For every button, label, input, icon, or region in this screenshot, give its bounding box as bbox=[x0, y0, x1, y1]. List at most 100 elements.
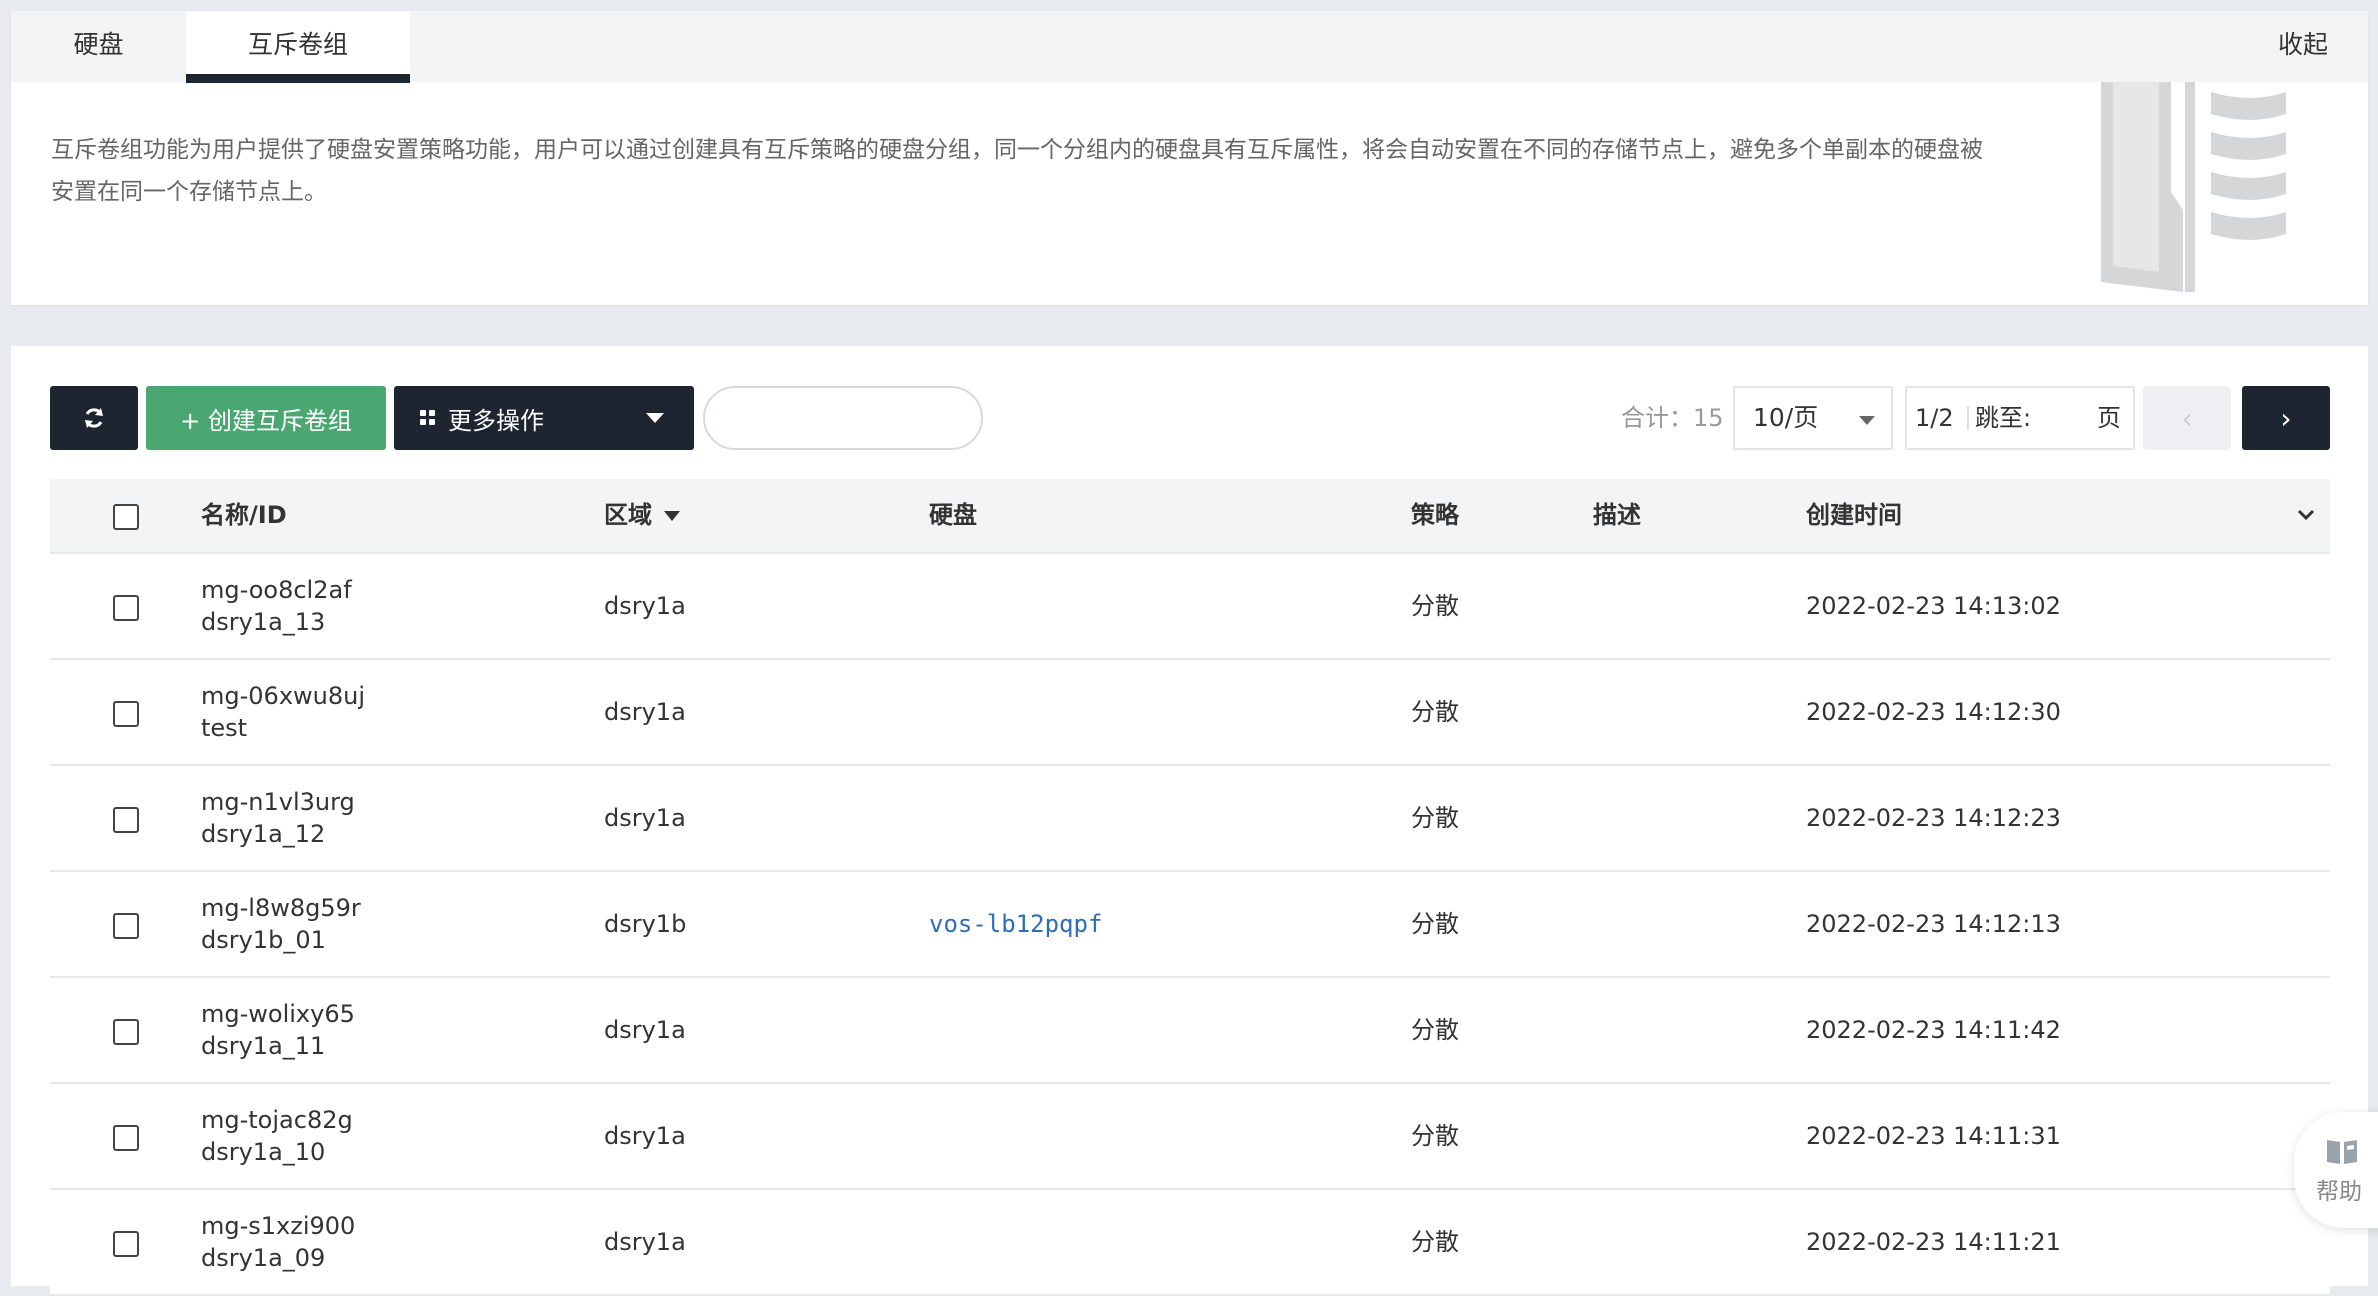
row-checkbox[interactable] bbox=[113, 1231, 139, 1257]
group-name: dsry1a_09 bbox=[201, 1244, 326, 1272]
table-header: 名称/ID 区域 硬盘 策略 描述 创建时间 bbox=[50, 479, 2330, 554]
table-row[interactable]: mg-s1xzi900 dsry1a_09 dsry1a 分散 2022-02-23 1… bbox=[50, 1190, 2330, 1296]
region-cell: dsry1a bbox=[604, 1228, 686, 1256]
tab-disk[interactable]: 硬盘 bbox=[11, 11, 186, 82]
filter-caret-icon bbox=[664, 511, 680, 521]
more-actions-dropdown[interactable]: 更多操作 bbox=[394, 386, 694, 450]
help-label: 帮助 bbox=[2316, 1179, 2362, 1205]
page-size-select[interactable]: 10/页 bbox=[1733, 386, 1893, 450]
prev-page-button[interactable]: ‹ bbox=[2143, 386, 2231, 450]
page-jump: 1/2 跳至: 页 bbox=[1905, 386, 2135, 450]
column-header-region[interactable]: 区域 bbox=[604, 479, 680, 552]
next-page-button[interactable]: › bbox=[2242, 386, 2330, 450]
name-id-cell: mg-s1xzi900 dsry1a_09 bbox=[201, 1210, 355, 1274]
group-id[interactable]: mg-n1vl3urg bbox=[201, 786, 355, 818]
table-row[interactable]: mg-tojac82g dsry1a_10 dsry1a 分散 2022-02-23 1… bbox=[50, 1084, 2330, 1190]
group-id[interactable]: mg-tojac82g bbox=[201, 1104, 353, 1136]
created-time-cell: 2022-02-23 14:13:02 bbox=[1806, 592, 2061, 620]
disk-link[interactable]: vos-lb12pqpf bbox=[929, 872, 1102, 976]
row-checkbox[interactable] bbox=[113, 701, 139, 727]
created-time-cell: 2022-02-23 14:12:30 bbox=[1806, 698, 2061, 726]
group-id[interactable]: mg-06xwu8uj bbox=[201, 680, 365, 712]
book-icon bbox=[2327, 1140, 2357, 1164]
region-cell: dsry1a bbox=[604, 698, 686, 726]
region-cell: dsry1a bbox=[604, 1122, 686, 1150]
group-name: dsry1a_10 bbox=[201, 1138, 326, 1166]
select-all-checkbox[interactable] bbox=[113, 504, 139, 530]
mutex-group-table: 名称/ID 区域 硬盘 策略 描述 创建时间 mg-oo8cl2af dsry1a… bbox=[50, 479, 2330, 1296]
column-header-policy: 策略 bbox=[1411, 501, 1459, 529]
table-row[interactable]: mg-oo8cl2af dsry1a_13 dsry1a 分散 2022-02-23 1… bbox=[50, 554, 2330, 660]
group-name: dsry1a_12 bbox=[201, 820, 326, 848]
policy-cell: 分散 bbox=[1411, 1122, 1459, 1150]
row-checkbox[interactable] bbox=[113, 1019, 139, 1045]
name-id-cell: mg-oo8cl2af dsry1a_13 bbox=[201, 574, 352, 638]
chevron-right-icon: › bbox=[2280, 401, 2292, 435]
group-name: dsry1a_11 bbox=[201, 1032, 326, 1060]
create-button-label: + 创建互斥卷组 bbox=[180, 406, 352, 435]
page-size-value: 10/页 bbox=[1753, 403, 1819, 432]
policy-cell: 分散 bbox=[1411, 1228, 1459, 1256]
region-cell: dsry1a bbox=[604, 592, 686, 620]
tab-bar: 硬盘 互斥卷组 收起 bbox=[11, 11, 2368, 83]
create-mutex-group-button[interactable]: + 创建互斥卷组 bbox=[146, 386, 386, 450]
region-cell: dsry1a bbox=[604, 1016, 686, 1044]
group-id[interactable]: mg-oo8cl2af bbox=[201, 574, 352, 606]
column-header-region-label: 区域 bbox=[604, 501, 652, 529]
table-row[interactable]: mg-06xwu8uj test dsry1a 分散 2022-02-23 14:12:… bbox=[50, 660, 2330, 766]
group-id[interactable]: mg-wolixy65 bbox=[201, 998, 355, 1030]
created-time-cell: 2022-02-23 14:12:13 bbox=[1806, 910, 2061, 938]
row-checkbox[interactable] bbox=[113, 1125, 139, 1151]
divider bbox=[1967, 406, 1969, 430]
table-row[interactable]: mg-wolixy65 dsry1a_11 dsry1a 分散 2022-02-23 1… bbox=[50, 978, 2330, 1084]
active-tab-indicator bbox=[186, 74, 410, 83]
policy-cell: 分散 bbox=[1411, 910, 1459, 938]
region-cell: dsry1b bbox=[604, 910, 687, 938]
search-input[interactable] bbox=[703, 386, 983, 450]
row-checkbox[interactable] bbox=[113, 807, 139, 833]
name-id-cell: mg-06xwu8uj test bbox=[201, 680, 365, 744]
column-header-description: 描述 bbox=[1593, 501, 1641, 529]
column-header-name: 名称/ID bbox=[201, 501, 287, 529]
group-id[interactable]: mg-s1xzi900 bbox=[201, 1210, 355, 1242]
refresh-button[interactable] bbox=[50, 386, 138, 450]
chevron-down-icon bbox=[1859, 416, 1875, 425]
table-body: mg-oo8cl2af dsry1a_13 dsry1a 分散 2022-02-23 1… bbox=[50, 554, 2330, 1296]
chevron-left-icon: ‹ bbox=[2181, 401, 2193, 435]
intro-panel: 硬盘 互斥卷组 收起 互斥卷组功能为用户提供了硬盘安置策略功能，用户可以通过创建… bbox=[11, 11, 2368, 305]
group-id[interactable]: mg-l8w8g59r bbox=[201, 892, 361, 924]
name-id-cell: mg-wolixy65 dsry1a_11 bbox=[201, 998, 355, 1062]
created-time-cell: 2022-02-23 14:11:21 bbox=[1806, 1228, 2061, 1256]
page-jump-input[interactable] bbox=[2037, 398, 2101, 440]
total-count: 合计：15 bbox=[1621, 404, 1724, 432]
grid-icon bbox=[420, 410, 436, 426]
tab-mutex-volume-group[interactable]: 互斥卷组 bbox=[186, 11, 410, 83]
row-checkbox[interactable] bbox=[113, 595, 139, 621]
more-actions-label: 更多操作 bbox=[448, 406, 544, 435]
created-time-cell: 2022-02-23 14:11:31 bbox=[1806, 1122, 2061, 1150]
current-page: 1/2 bbox=[1915, 404, 1954, 432]
name-id-cell: mg-tojac82g dsry1a_10 bbox=[201, 1104, 353, 1168]
created-time-cell: 2022-02-23 14:12:23 bbox=[1806, 804, 2061, 832]
name-id-cell: mg-n1vl3urg dsry1a_12 bbox=[201, 786, 355, 850]
disk-group-illustration-icon bbox=[2101, 82, 2286, 292]
created-time-cell: 2022-02-23 14:11:42 bbox=[1806, 1016, 2061, 1044]
jump-label: 跳至: bbox=[1975, 404, 2032, 432]
name-id-cell: mg-l8w8g59r dsry1b_01 bbox=[201, 892, 361, 956]
group-name: dsry1a_13 bbox=[201, 608, 326, 636]
refresh-icon bbox=[85, 408, 103, 428]
column-settings-chevron-icon[interactable] bbox=[2294, 503, 2318, 527]
tab-mutex-label: 互斥卷组 bbox=[247, 30, 348, 59]
table-row[interactable]: mg-l8w8g59r dsry1b_01 dsry1b vos-lb12pqpf 分散… bbox=[50, 872, 2330, 978]
policy-cell: 分散 bbox=[1411, 592, 1459, 620]
group-name: test bbox=[201, 714, 248, 742]
policy-cell: 分散 bbox=[1411, 1016, 1459, 1044]
table-row[interactable]: mg-n1vl3urg dsry1a_12 dsry1a 分散 2022-02-23 1… bbox=[50, 766, 2330, 872]
intro-text: 互斥卷组功能为用户提供了硬盘安置策略功能，用户可以通过创建具有互斥策略的硬盘分组… bbox=[51, 137, 1983, 205]
collapse-button[interactable]: 收起 bbox=[2278, 11, 2328, 82]
column-header-disk: 硬盘 bbox=[929, 501, 977, 529]
row-checkbox[interactable] bbox=[113, 913, 139, 939]
policy-cell: 分散 bbox=[1411, 804, 1459, 832]
column-header-created: 创建时间 bbox=[1806, 501, 1902, 529]
help-button[interactable]: 帮助 bbox=[2294, 1112, 2378, 1228]
